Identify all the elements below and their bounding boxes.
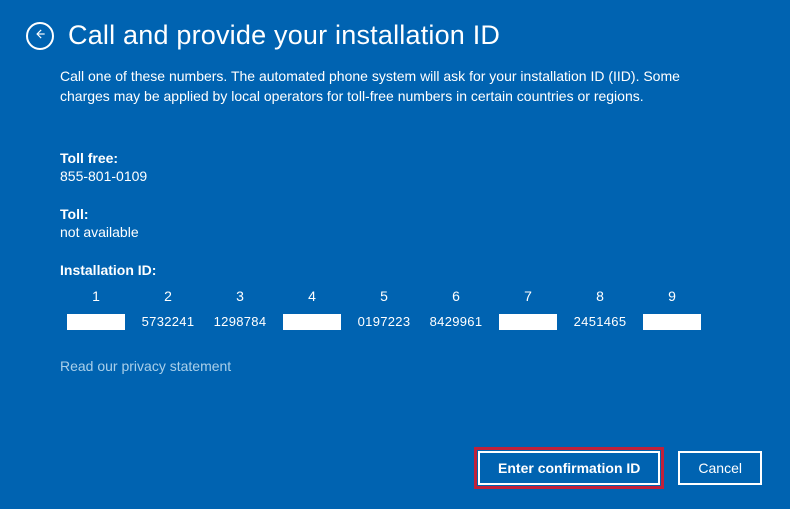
back-button[interactable]: [26, 22, 54, 50]
iid-redacted-block: [643, 314, 701, 330]
installation-id-header-row: 1 2 3 4 5 6 7 8 9: [60, 288, 730, 310]
iid-value: 8429961: [420, 314, 492, 330]
iid-value: [492, 314, 564, 330]
installation-id-value-row: 5732241 1298784 0197223 8429961 2451465: [60, 314, 730, 330]
iid-column-header: 6: [420, 288, 492, 310]
iid-column-header: 2: [132, 288, 204, 310]
toll-value: not available: [60, 224, 730, 240]
iid-column-header: 1: [60, 288, 132, 310]
iid-column-header: 5: [348, 288, 420, 310]
footer-buttons: Enter confirmation ID Cancel: [478, 451, 762, 485]
iid-redacted-block: [499, 314, 557, 330]
iid-value: [60, 314, 132, 330]
iid-value: 2451465: [564, 314, 636, 330]
back-arrow-icon: [33, 27, 47, 44]
toll-free-label: Toll free:: [60, 150, 730, 166]
iid-column-header: 9: [636, 288, 708, 310]
iid-column-header: 4: [276, 288, 348, 310]
iid-value: 1298784: [204, 314, 276, 330]
iid-column-header: 7: [492, 288, 564, 310]
cancel-button[interactable]: Cancel: [678, 451, 762, 485]
iid-column-header: 8: [564, 288, 636, 310]
iid-value: [636, 314, 708, 330]
toll-free-value: 855-801-0109: [60, 168, 730, 184]
toll-label: Toll:: [60, 206, 730, 222]
enter-confirmation-id-button[interactable]: Enter confirmation ID: [478, 451, 660, 485]
iid-value: 0197223: [348, 314, 420, 330]
iid-column-header: 3: [204, 288, 276, 310]
iid-value: 5732241: [132, 314, 204, 330]
iid-redacted-block: [67, 314, 125, 330]
privacy-statement-link[interactable]: Read our privacy statement: [60, 358, 231, 374]
intro-text: Call one of these numbers. The automated…: [60, 67, 700, 106]
iid-value: [276, 314, 348, 330]
page-title: Call and provide your installation ID: [68, 20, 500, 51]
installation-id-label: Installation ID:: [60, 262, 730, 278]
iid-redacted-block: [283, 314, 341, 330]
